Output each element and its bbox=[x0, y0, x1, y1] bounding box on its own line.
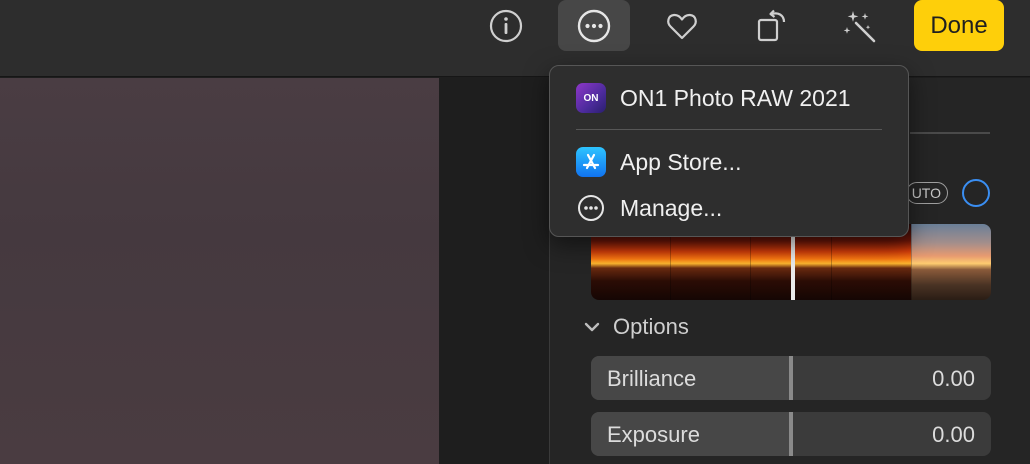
done-button[interactable]: Done bbox=[914, 0, 1004, 51]
menu-item-on1-photo-raw[interactable]: ON ON1 Photo RAW 2021 bbox=[576, 80, 851, 116]
light-toggle-circle[interactable] bbox=[962, 179, 990, 207]
menu-item-app-store[interactable]: App Store... bbox=[576, 144, 741, 180]
slider-handle[interactable] bbox=[789, 356, 793, 400]
favorite-button[interactable] bbox=[646, 0, 718, 51]
panel-divider bbox=[910, 132, 990, 134]
menu-item-manage[interactable]: Manage... bbox=[576, 190, 722, 226]
slider-label: Brilliance bbox=[607, 366, 697, 391]
menu-item-label: ON1 Photo RAW 2021 bbox=[620, 84, 851, 111]
menu-item-label: Manage... bbox=[620, 194, 723, 221]
slider-label: Exposure bbox=[607, 422, 700, 447]
menu-separator bbox=[576, 129, 882, 130]
chevron-down-icon bbox=[584, 322, 600, 332]
more-options-menu: ON ON1 Photo RAW 2021 App Store... Manag… bbox=[549, 65, 909, 237]
slider-handle[interactable] bbox=[789, 412, 793, 456]
on1-app-icon-text: ON bbox=[583, 92, 599, 104]
info-button[interactable] bbox=[470, 0, 542, 51]
options-label: Options bbox=[613, 314, 689, 339]
slider-value: 0.00 bbox=[932, 366, 975, 391]
magic-wand-icon bbox=[843, 10, 876, 42]
exposure-slider[interactable]: Exposure 0.00 bbox=[591, 412, 991, 456]
auto-label: UTO bbox=[911, 185, 941, 201]
more-options-icon bbox=[577, 9, 611, 42]
auto-button[interactable]: UTO bbox=[906, 182, 948, 204]
menu-item-label: App Store... bbox=[620, 148, 742, 175]
info-icon bbox=[489, 9, 523, 42]
auto-enhance-button[interactable] bbox=[824, 0, 896, 51]
rotate-button[interactable] bbox=[736, 0, 808, 51]
slider-value: 0.00 bbox=[932, 422, 975, 447]
on1-app-icon: ON bbox=[576, 83, 606, 113]
app-store-icon bbox=[576, 147, 606, 177]
heart-icon bbox=[667, 13, 697, 39]
more-options-button[interactable] bbox=[558, 0, 630, 51]
canvas-gutter bbox=[439, 78, 549, 464]
brilliance-slider[interactable]: Brilliance 0.00 bbox=[591, 356, 991, 400]
options-disclosure[interactable]: Options bbox=[583, 314, 689, 340]
ellipsis-circle-icon bbox=[578, 195, 604, 221]
rotate-crop-icon bbox=[757, 9, 786, 41]
filmstrip-frame bbox=[910, 224, 991, 300]
photo-canvas[interactable] bbox=[0, 78, 439, 464]
